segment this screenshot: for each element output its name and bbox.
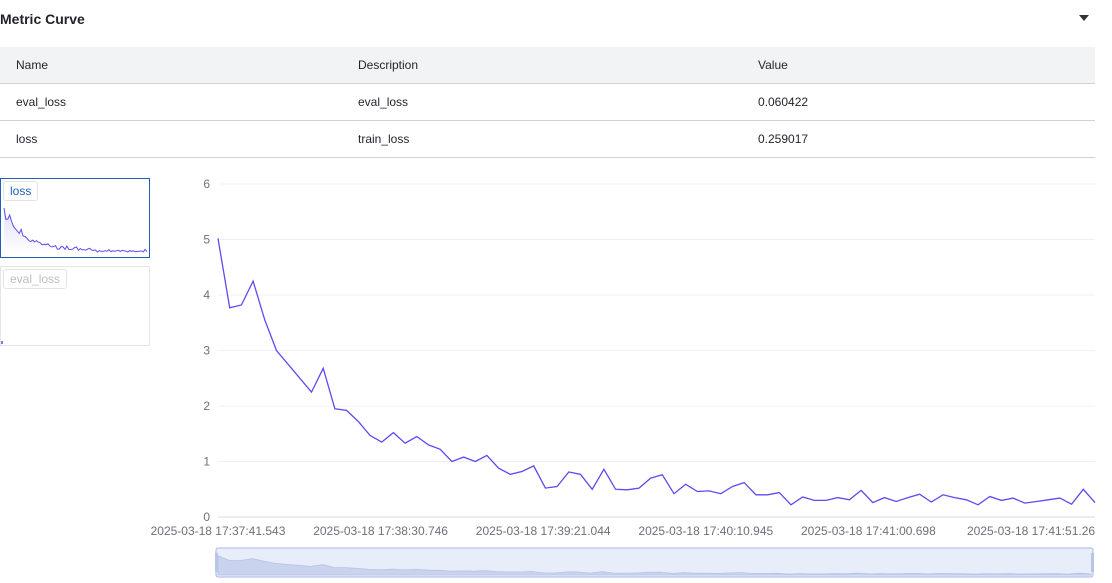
datazoom-right-handle[interactable] [1091, 553, 1094, 572]
y-tick-label: 5 [203, 233, 210, 247]
loss-chart: 0123456 2025-03-18 17:37:41.543 2025-03-1… [151, 177, 1096, 578]
x-axis: 2025-03-18 17:37:41.543 2025-03-18 17:38:… [151, 524, 1096, 538]
metric-thumbnail-loss[interactable]: loss [0, 178, 150, 258]
metric-tab-eval-loss: eval_loss [3, 269, 68, 289]
x-tick-label: 2025-03-18 17:41:51.26 [967, 524, 1095, 538]
y-tick-label: 3 [203, 344, 210, 358]
y-tick-label: 2 [203, 399, 210, 413]
metric-table: Name Description Value eval_loss eval_lo… [0, 47, 1095, 158]
x-tick-label: 2025-03-18 17:38:30.746 [313, 524, 448, 538]
y-tick-label: 0 [203, 510, 210, 524]
y-tick-label: 4 [203, 288, 210, 302]
loss-series-line [217, 238, 1096, 506]
cell-name: loss [0, 120, 342, 158]
caret-down-icon[interactable] [1079, 15, 1089, 21]
cell-name: eval_loss [0, 83, 342, 121]
column-header-value: Value [742, 47, 1095, 84]
y-tick-label: 1 [203, 455, 210, 469]
datazoom-left-handle[interactable] [215, 553, 218, 572]
x-tick-label: 2025-03-18 17:37:41.543 [151, 524, 286, 538]
column-header-description: Description [342, 47, 742, 84]
column-header-name: Name [0, 47, 342, 84]
x-tick-label: 2025-03-18 17:39:21.044 [476, 524, 611, 538]
cell-description: train_loss [342, 120, 742, 158]
cell-value: 0.060422 [742, 83, 1095, 121]
metric-thumbnail-eval-loss[interactable]: eval_loss [0, 266, 150, 346]
datazoom-slider[interactable] [215, 547, 1094, 578]
y-tick-label: 6 [203, 177, 210, 191]
metric-tab-loss: loss [3, 181, 39, 201]
x-tick-label: 2025-03-18 17:40:10.945 [638, 524, 773, 538]
cell-description: eval_loss [342, 83, 742, 121]
y-axis: 0 1 2 3 4 5 6 [203, 177, 210, 524]
table-row[interactable]: loss train_loss 0.259017 [0, 120, 1095, 158]
cell-value: 0.259017 [742, 120, 1095, 158]
metric-curve-header: Metric Curve [0, 0, 1100, 40]
x-tick-label: 2025-03-18 17:41:00.698 [801, 524, 936, 538]
table-row[interactable]: eval_loss eval_loss 0.060422 [0, 83, 1095, 121]
panel-title: Metric Curve [0, 11, 85, 27]
table-header-row: Name Description Value [0, 47, 1095, 84]
chart-grid [218, 183, 1095, 518]
